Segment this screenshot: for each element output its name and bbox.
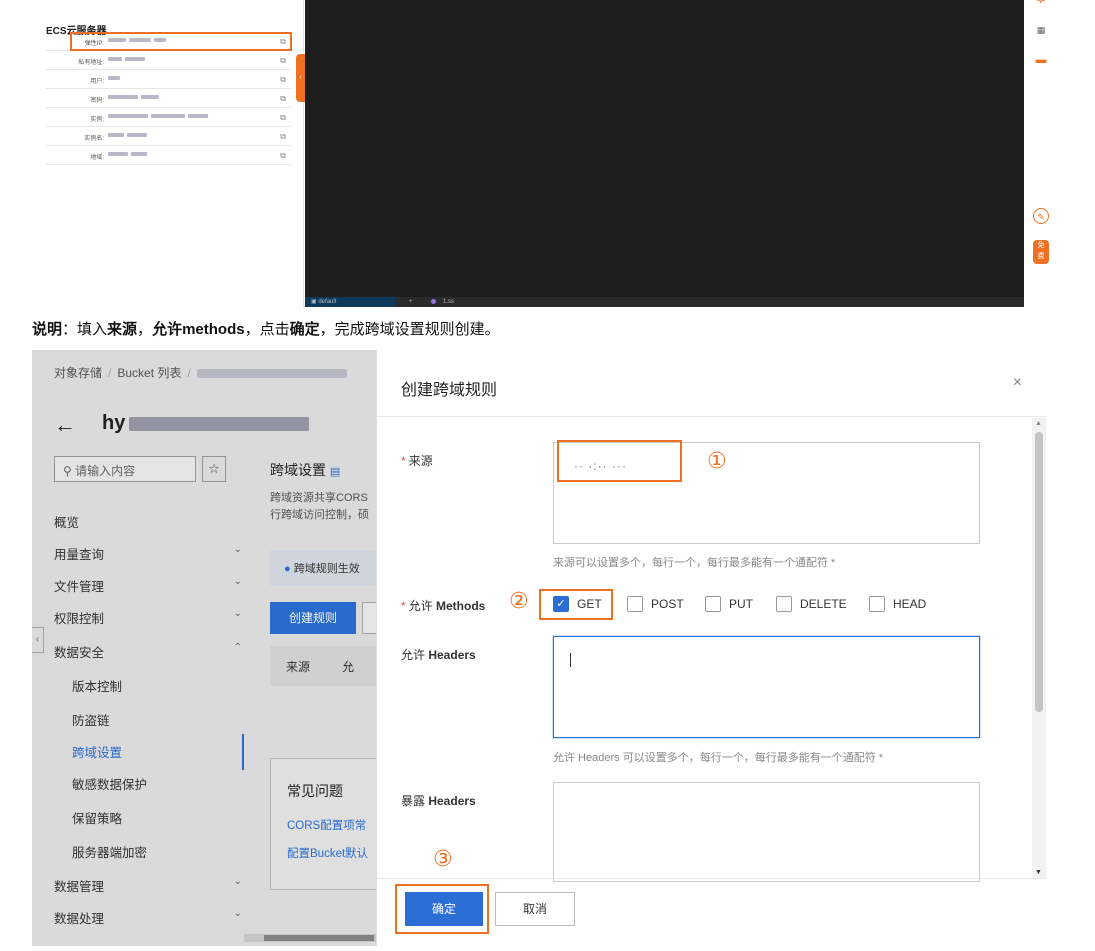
terminal-tab-label: default — [318, 299, 337, 305]
scrollbar-thumb[interactable] — [1035, 432, 1043, 712]
ecs-row-key: 实例: — [90, 117, 104, 123]
blurred-value — [108, 152, 228, 158]
note-text: ：填入 — [62, 321, 108, 338]
blurred-value — [108, 133, 228, 139]
origin-highlight-box — [557, 440, 682, 482]
method-put-checkbox[interactable]: PUT — [705, 596, 753, 612]
note-text: ，完成跨域设置规则创建。 — [319, 321, 500, 338]
terminal-tab-bar: ▣ default + 1.ss — [305, 297, 1024, 307]
scroll-up-icon[interactable]: ▲ — [1035, 420, 1042, 427]
ecs-row-instance-name: 实例名: ⧉ — [46, 128, 292, 146]
method-head-checkbox[interactable]: HEAD — [869, 596, 926, 612]
scroll-down-icon[interactable]: ▼ — [1035, 869, 1042, 876]
ecs-screenshot: ECS云服务器 弹性IP: ⧉ 私有地址: ⧉ 用户: ⧉ 密码: ⧉ 实例: … — [32, 0, 1062, 307]
checkbox-label: HEAD — [893, 597, 927, 611]
step-marker-2: ② — [509, 588, 529, 613]
checkbox-icon — [869, 596, 885, 612]
cancel-button[interactable]: 取消 — [495, 892, 575, 926]
ecs-row-key: 实例名: — [84, 136, 104, 142]
allow-headers-label-text: 允许 — [401, 648, 429, 662]
blurred-value — [108, 76, 228, 82]
session-dot-icon — [431, 299, 436, 304]
step-marker-1: ① — [707, 448, 727, 473]
origin-hint: 来源可以设置多个，每行一个，每行最多能有一个通配符 * — [553, 557, 836, 569]
expose-headers-label-text: 暴露 — [401, 794, 429, 808]
copy-icon[interactable]: ⧉ — [280, 113, 286, 123]
methods-label-text: 允许 — [408, 599, 437, 613]
settings-icon[interactable]: ✲ — [1033, 0, 1049, 8]
free-trial-badge-icon[interactable]: 免费 — [1033, 240, 1049, 264]
allow-headers-textarea[interactable] — [553, 636, 980, 738]
terminal-tab-default[interactable]: ▣ default — [305, 297, 395, 307]
text-caret — [570, 653, 571, 667]
expose-headers-textarea[interactable] — [553, 782, 980, 882]
note-bold: 允许methods — [152, 321, 245, 338]
methods-label-bold: Methods — [436, 599, 486, 613]
copy-icon[interactable]: ⧉ — [280, 75, 286, 85]
terminal-area[interactable]: ▣ default + 1.ss — [305, 0, 1024, 307]
qrcode-icon[interactable]: ▦ — [1033, 22, 1049, 38]
note-bold: 确定 — [289, 321, 320, 338]
expose-headers-label: 暴露 Headers — [401, 792, 476, 809]
ecs-row-key: 用户: — [90, 79, 104, 85]
note-prefix: 说明 — [32, 321, 63, 338]
methods-label: * 允许 Methods — [401, 599, 486, 613]
ecs-row-password: 密码: ⧉ — [46, 90, 292, 108]
allow-headers-label: 允许 Headers — [401, 646, 476, 663]
new-terminal-button[interactable]: + — [409, 297, 413, 307]
dialog-title: 创建跨域规则 — [401, 382, 498, 399]
note-bold: 来源 — [107, 321, 138, 338]
ecs-row-user: 用户: ⧉ — [46, 71, 292, 89]
allow-headers-hint: 允许 Headers 可以设置多个，每行一个，每行最多能有一个通配符 * — [553, 752, 884, 764]
origin-label-text: 来源 — [408, 454, 433, 468]
ecs-row-private-ip: 私有地址: ⧉ — [46, 52, 292, 70]
divider — [377, 878, 1046, 879]
dialog-scrollbar[interactable]: ▲ ▼ — [1032, 418, 1046, 878]
checkbox-label: POST — [651, 597, 684, 611]
copy-icon[interactable]: ⧉ — [280, 132, 286, 142]
get-highlight-box — [539, 589, 613, 620]
panel-collapse-tab[interactable]: ‹ — [296, 54, 305, 102]
copy-icon[interactable]: ⧉ — [280, 56, 286, 66]
ecs-row-key: 私有地址: — [78, 60, 104, 66]
method-post-checkbox[interactable]: POST — [627, 596, 684, 612]
right-toolbar: ✲ ▦ ▬ ✎ 免费 — [1024, 0, 1062, 307]
step-marker-3: ③ — [433, 846, 453, 871]
copy-icon[interactable]: ⧉ — [280, 94, 286, 104]
ecs-row-key: 密码: — [90, 98, 104, 104]
terminal-tab-file[interactable]: 1.ss — [443, 297, 454, 307]
blurred-value — [108, 57, 228, 63]
checkbox-icon — [705, 596, 721, 612]
expose-headers-label-bold: Headers — [428, 794, 476, 808]
modal-overlay — [32, 350, 376, 946]
ecs-row-key: 地域: — [90, 155, 104, 161]
blurred-value — [108, 114, 228, 120]
ecs-row-region: 地域: ⧉ — [46, 147, 292, 165]
ecs-info-panel: ECS云服务器 弹性IP: ⧉ 私有地址: ⧉ 用户: ⧉ 密码: ⧉ 实例: … — [32, 0, 304, 307]
allow-headers-label-bold: Headers — [428, 648, 476, 662]
create-cors-rule-dialog: 创建跨域规则 × * 来源 ·· ·:·· ··· ① 来源可以设置多个，每行一个… — [376, 350, 1046, 946]
method-delete-checkbox[interactable]: DELETE — [776, 596, 847, 612]
edit-icon[interactable]: ✎ — [1033, 208, 1049, 224]
close-icon[interactable]: × — [1013, 374, 1022, 392]
note-text: ， — [137, 321, 153, 338]
checkbox-label: PUT — [729, 597, 753, 611]
checkbox-icon — [627, 596, 643, 612]
checkbox-label: DELETE — [800, 597, 847, 611]
blurred-value — [108, 95, 228, 101]
console-background: 对象存储 / Bucket 列表 / ← hy ⚲ 请输入内容 ☆ 概览 用量查询 ⌄ … — [32, 350, 392, 946]
divider — [377, 416, 1046, 417]
confirm-highlight-box — [395, 884, 489, 934]
chat-icon[interactable]: ▬ — [1033, 52, 1049, 68]
origin-label: * 来源 — [401, 454, 433, 468]
note-text: ，点击 — [244, 321, 290, 338]
oss-console-screenshot: 对象存储 / Bucket 列表 / ← hy ⚲ 请输入内容 ☆ 概览 用量查询 ⌄ … — [32, 350, 1046, 946]
ecs-row-instance: 实例: ⧉ — [46, 109, 292, 127]
checkbox-icon — [776, 596, 792, 612]
copy-icon[interactable]: ⧉ — [280, 151, 286, 161]
instruction-note: 说明：填入来源，允许methods，点击确定，完成跨域设置规则创建。 — [32, 318, 500, 339]
eip-highlight-box — [70, 32, 292, 51]
